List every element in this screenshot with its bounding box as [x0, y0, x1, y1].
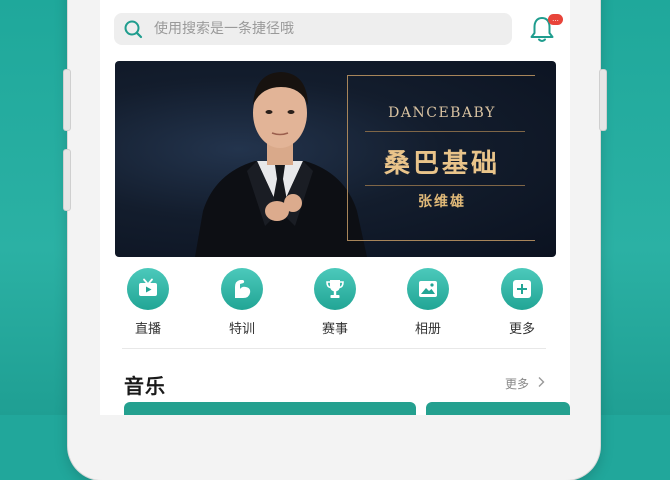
banner-divider — [365, 185, 525, 186]
phone-power-button — [600, 70, 606, 130]
music-section-title: 音乐 — [124, 374, 166, 398]
nav-item-competitions[interactable]: 赛事 — [305, 268, 365, 337]
app-screen: ... DA — [100, 0, 570, 415]
search-icon — [124, 20, 143, 39]
search-input[interactable] — [154, 13, 494, 45]
nav-label: 特训 — [228, 322, 255, 337]
nav-label: 赛事 — [321, 322, 348, 337]
section-divider — [122, 348, 546, 349]
trophy-icon — [326, 280, 344, 298]
music-more-link[interactable]: 更多 — [505, 375, 529, 392]
chevron-right-icon[interactable] — [536, 376, 546, 388]
banner-brand: DANCEBABY — [388, 105, 496, 121]
phone-side-button — [64, 150, 70, 210]
nav-item-more[interactable]: 更多 — [492, 268, 552, 337]
search-bar[interactable] — [114, 13, 512, 45]
muscle-icon — [235, 280, 251, 298]
banner-instructor-name: 张维雄 — [418, 194, 466, 210]
phone-side-button — [64, 70, 70, 130]
nav-label: 相册 — [414, 322, 441, 337]
music-card[interactable] — [124, 402, 416, 415]
banner-divider — [365, 131, 525, 132]
nav-item-training[interactable]: 特训 — [212, 268, 272, 337]
status-bar — [100, 0, 570, 4]
notification-badge: ... — [548, 14, 563, 25]
plus-icon — [513, 280, 531, 298]
promo-banner[interactable]: DANCEBABY 桑巴基础 张维雄 — [115, 61, 556, 257]
tv-icon — [139, 278, 157, 296]
nav-label: 直播 — [134, 322, 161, 337]
nav-item-album[interactable]: 相册 — [398, 268, 458, 337]
nav-label: 更多 — [508, 322, 535, 337]
music-card[interactable] — [426, 402, 570, 415]
nav-item-live[interactable]: 直播 — [118, 268, 178, 337]
banner-title: 桑巴基础 — [383, 149, 500, 179]
photo-album-icon — [419, 281, 437, 297]
